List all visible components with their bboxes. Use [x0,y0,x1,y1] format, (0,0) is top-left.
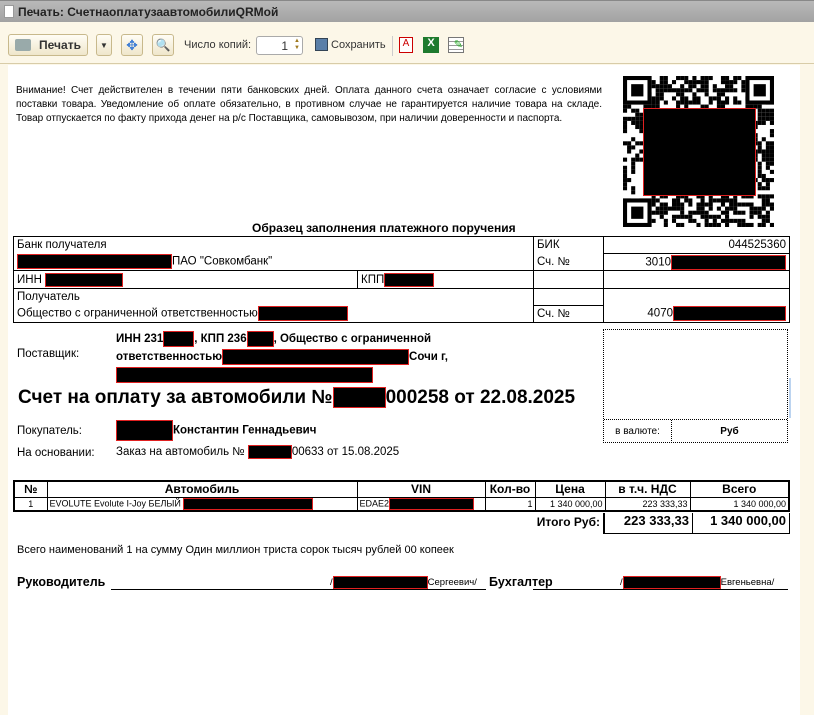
recipient-label: Получатель [13,288,534,306]
col-header: № [13,480,48,498]
col-header: Кол-во [484,480,536,498]
redacted-block [17,254,172,270]
spinner-icon[interactable]: ▲ ▼ [294,38,300,52]
copies-input[interactable]: 1 ▲ ▼ [256,36,303,55]
invoice-title: Счет на оплату за автомобили № 000258 от … [18,387,576,409]
window-title: Печать: СчетнаоплатузаавтомобилиQRМой [18,4,279,19]
currency-label: в валюте: [604,419,672,443]
col-header: Цена [534,480,606,498]
bik-label: БИК [533,236,604,254]
document-icon [4,5,14,18]
currency-box: в валюте: Руб [603,329,788,443]
redacted-block [246,330,274,347]
total-label: Итого Руб: [536,515,600,529]
redacted-block [643,108,756,196]
floppy-disk-icon [315,38,328,51]
account-label: Сч. № [533,305,604,323]
toolbar: Печать ▼ ✥ 🔍 Число копий: 1 ▲ ▼ Сохранить… [0,22,814,64]
accountant-label: Бухгалтер [489,575,553,589]
redacted-block [45,272,124,287]
redacted-block [257,306,348,322]
table-row: 1 EVOLUTE Evolute I-Joy БЕЛЫЙ EDAE2 1 1 … [13,496,790,511]
pdf-icon[interactable]: A [399,37,413,53]
redacted-block [222,348,410,365]
redacted-block [116,420,173,441]
total-vat: 223 333,33 [605,513,693,533]
total-sum: 1 340 000,00 [710,513,786,528]
notice-text: Внимание! Счет действителен в течении пя… [16,85,602,124]
redacted-block [384,272,435,287]
redacted-block [671,254,786,270]
recipient-name: Общество с ограниченной ответственностью [17,307,258,320]
supplier-label: Поставщик: [17,348,80,360]
buyer-label: Покупатель: [17,425,82,437]
director-signature-line [111,589,486,590]
redacted-block [332,576,428,589]
col-header: VIN [356,480,486,498]
chevron-down-icon: ▼ [100,40,108,50]
corr-account-label: Сч. № [533,253,604,271]
col-header: Автомобиль [46,480,358,498]
inn-label: ИНН [17,273,42,286]
bik-value: 044525360 [603,236,790,254]
move-arrows-icon: ✥ [126,36,138,53]
redacted-block [163,330,195,347]
corr-account-value: 3010 [645,256,671,269]
bank-name: ПАО "Совкомбанк" [172,255,273,268]
accountant-name: / Евгеньевна/ [620,576,775,589]
account-value: 4070 [647,307,673,320]
redacted-block [389,497,475,510]
edit-table-icon[interactable]: ✎ [448,37,464,53]
kpp-label: КПП [361,273,385,286]
redacted-block [247,445,292,459]
redacted-block [332,387,386,409]
bank-details-table: Банк получателя БИК 044525360 ПАО "Совко… [13,236,790,323]
printer-icon [15,39,32,51]
bank-label: Банк получателя [13,236,534,254]
magnifier-page-icon: 🔍 [155,38,171,52]
col-header: Всего [689,480,790,498]
print-dropdown-button[interactable]: ▼ [96,34,112,56]
currency-value: Руб [720,425,739,437]
redacted-block [183,497,314,510]
fit-page-button[interactable]: ✥ [121,34,143,56]
copies-label: Число копий: [184,39,252,51]
director-label: Руководитель [17,575,106,589]
buyer-name: Константин Геннадьевич [116,420,316,441]
print-button[interactable]: Печать [8,34,88,56]
payment-sample-title: Образец заполнения платежного поручения [252,221,516,235]
summary-text: Всего наименований 1 на сумму Один милли… [17,544,454,556]
supplier-details: ИНН 231, КПП 236, Общество с ограниченно… [116,330,596,384]
items-table: № Автомобиль VIN Кол-во Цена в т.ч. НДС … [13,480,790,512]
window-title-bar: Печать: СчетнаоплатузаавтомобилиQRМой [0,0,814,22]
scrollbar-marker[interactable] [789,378,791,418]
basis-label: На основании: [17,447,95,459]
redacted-block [622,576,721,589]
basis-value: Заказ на автомобиль № 00633 от 15.08.202… [116,445,400,459]
save-button[interactable]: Сохранить [315,38,386,51]
excel-icon[interactable]: X [423,37,439,53]
director-name: / Сергеевич/ [330,576,477,589]
redacted-block [673,306,786,322]
col-header: в т.ч. НДС [604,480,691,498]
redacted-block [116,366,373,383]
accountant-signature-line [533,589,788,590]
preview-button[interactable]: 🔍 [152,34,174,56]
